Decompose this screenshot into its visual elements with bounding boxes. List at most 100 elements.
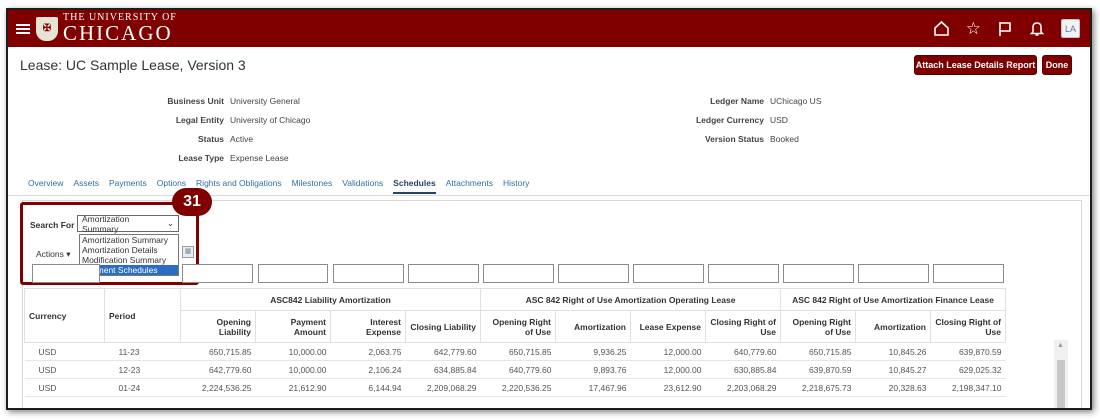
col-period[interactable]: Period [104, 288, 181, 343]
filter-interest-expense[interactable] [333, 264, 404, 283]
cell-value: 21,612.90 [255, 378, 331, 397]
cell-value: 640,779.60 [480, 360, 556, 379]
cell-period: 12-23 [104, 360, 181, 379]
ledger-name-row: Ledger Name UChicago US [8, 96, 821, 106]
filter-payment-amount[interactable] [258, 264, 328, 283]
col-finance-opening-rou[interactable]: Opening Right of Use [780, 310, 856, 343]
cell-value: 2,224,536.25 [180, 378, 256, 397]
cell-value: 639,870.59 [930, 342, 1006, 361]
filter-amortization[interactable] [558, 264, 629, 283]
cell-value: 650,715.85 [780, 342, 856, 361]
top-navigation-bar: ✠ THE UNIVERSITY OF CHICAGO ☆ LA [8, 10, 1090, 47]
cell-value: 640,779.60 [705, 342, 781, 361]
filter-closing-liability[interactable] [408, 264, 479, 283]
cell-value: 12,000.00 [630, 342, 706, 361]
cell-value: 2,106.24 [330, 360, 406, 379]
tab-milestones[interactable]: Milestones [292, 178, 333, 194]
lease-type-label: Lease Type [178, 153, 224, 163]
cell-value: 20,328.63 [855, 378, 931, 397]
lease-type-value: Expense Lease [230, 153, 289, 163]
tab-attachments[interactable]: Attachments [446, 178, 493, 194]
menu-icon[interactable] [16, 23, 30, 34]
cell-value: 2,209,068.29 [405, 378, 481, 397]
flag-icon[interactable] [997, 21, 1013, 37]
page-title: Lease: UC Sample Lease, Version 3 [20, 57, 246, 73]
cell-value: 642,779.60 [180, 360, 256, 379]
col-currency[interactable]: Currency [24, 288, 105, 343]
col-amortization[interactable]: Amortization [555, 310, 631, 343]
col-finance-closing-rou[interactable]: Closing Right of Use [930, 310, 1006, 343]
tab-overview[interactable]: Overview [28, 178, 63, 194]
col-closing-liability[interactable]: Closing Liability [405, 310, 481, 343]
notifications-bell-icon[interactable] [1029, 21, 1045, 37]
cell-period: 11-23 [104, 342, 181, 361]
cell-value: 650,715.85 [180, 342, 256, 361]
ledger-currency-row: Ledger Currency USD [8, 115, 788, 125]
tab-payments[interactable]: Payments [109, 178, 147, 194]
ledger-currency-label: Ledger Currency [695, 115, 764, 125]
filter-finance-closing-rou[interactable] [933, 264, 1004, 283]
filter-finance-opening-rou[interactable] [783, 264, 854, 283]
col-interest-expense[interactable]: Interest Expense [330, 310, 406, 343]
cell-value: 10,845.27 [855, 360, 931, 379]
tab-divider [8, 195, 1090, 196]
cell-value: 9,936.25 [555, 342, 631, 361]
cell-currency: USD [24, 342, 105, 361]
cell-value: 630,885.84 [705, 360, 781, 379]
table-row[interactable]: USD 12-23 642,779.60 10,000.00 2,106.24 … [24, 360, 1006, 379]
attach-lease-report-button[interactable]: Attach Lease Details Report [914, 55, 1037, 75]
filter-currency[interactable] [32, 264, 100, 283]
table-vertical-scrollbar[interactable]: ▲ [1054, 340, 1068, 408]
filter-closing-rou[interactable] [708, 264, 779, 283]
cell-value: 6,144.94 [330, 378, 406, 397]
cell-value: 10,000.00 [255, 342, 331, 361]
cell-value: 2,220,536.25 [480, 378, 556, 397]
university-crest-logo: ✠ [36, 16, 58, 41]
col-lease-expense[interactable]: Lease Expense [630, 310, 706, 343]
cell-value: 2,198,347.10 [930, 378, 1006, 397]
cell-value: 23,612.90 [630, 378, 706, 397]
cell-value: 2,063.75 [330, 342, 406, 361]
university-big-text: CHICAGO [63, 21, 173, 45]
cell-value: 642,779.60 [405, 342, 481, 361]
cell-value: 2,218,675.73 [780, 378, 856, 397]
filter-opening-rou[interactable] [483, 264, 554, 283]
cell-value: 10,845.26 [855, 342, 931, 361]
col-opening-rou[interactable]: Opening Right of Use [480, 310, 556, 343]
university-logo-text[interactable]: THE UNIVERSITY OF CHICAGO [63, 13, 177, 44]
filter-opening-liability[interactable] [182, 264, 253, 283]
col-payment-amount[interactable]: Payment Amount [255, 310, 331, 343]
cell-value: 12,000.00 [630, 360, 706, 379]
cell-value: 17,467.96 [555, 378, 631, 397]
tab-assets[interactable]: Assets [73, 178, 99, 194]
version-status-value: Booked [770, 134, 799, 144]
tab-rights-and-obligations[interactable]: Rights and Obligations [196, 178, 282, 194]
filter-finance-amortization[interactable] [858, 264, 929, 283]
tab-schedules[interactable]: Schedules [393, 178, 436, 194]
group-liability-amortization: ASC842 Liability Amortization [180, 288, 481, 311]
tab-history[interactable]: History [503, 178, 529, 194]
tab-validations[interactable]: Validations [342, 178, 383, 194]
cell-value: 2,203,068.29 [705, 378, 781, 397]
step-badge: 31 [172, 188, 212, 216]
cell-currency: USD [24, 378, 105, 397]
col-closing-rou[interactable]: Closing Right of Use [705, 310, 781, 343]
scroll-up-icon[interactable]: ▲ [1057, 342, 1064, 349]
filter-lease-expense[interactable] [633, 264, 704, 283]
home-icon[interactable] [933, 20, 950, 37]
user-avatar[interactable]: LA [1061, 19, 1080, 38]
table-row[interactable]: USD 01-24 2,224,536.25 21,612.90 6,144.9… [24, 378, 1006, 397]
scrollbar-thumb[interactable] [1057, 360, 1065, 408]
cell-period: 01-24 [104, 378, 181, 397]
col-opening-liability[interactable]: Opening Liability [180, 310, 256, 343]
cell-value: 639,870.59 [780, 360, 856, 379]
col-finance-amortization[interactable]: Amortization [855, 310, 931, 343]
table-row[interactable]: USD 11-23 650,715.85 10,000.00 2,063.75 … [24, 342, 1006, 361]
cell-value: 629,025.32 [930, 360, 1006, 379]
cell-value: 10,000.00 [255, 360, 331, 379]
done-button[interactable]: Done [1042, 55, 1072, 75]
group-finance-lease: ASC 842 Right of Use Amortization Financ… [780, 288, 1006, 311]
cell-value: 650,715.85 [480, 342, 556, 361]
ledger-name-label: Ledger Name [710, 96, 764, 106]
favorites-star-icon[interactable]: ☆ [966, 20, 981, 37]
